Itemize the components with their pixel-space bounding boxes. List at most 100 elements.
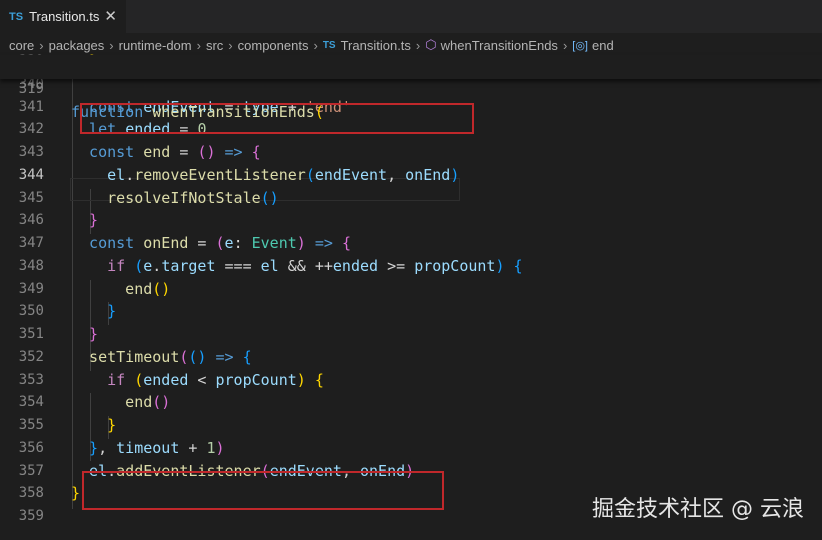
typescript-icon: TS bbox=[322, 39, 336, 51]
annotation-box bbox=[80, 103, 474, 134]
code-line: 344 el.removeEventListener(endEvent, onE… bbox=[0, 164, 822, 187]
code-token: end bbox=[71, 280, 153, 298]
code-token: onEnd bbox=[405, 166, 451, 184]
code-token: >= bbox=[378, 257, 415, 275]
code-token: el bbox=[260, 257, 279, 275]
code-token: propCount bbox=[414, 257, 496, 275]
code-text: } bbox=[71, 323, 98, 346]
code-text: } bbox=[71, 300, 116, 323]
code-token: ended bbox=[143, 371, 189, 389]
code-token: ) bbox=[296, 234, 306, 252]
code-token: . bbox=[125, 166, 135, 184]
code-token: , bbox=[98, 439, 117, 457]
line-number: 350 bbox=[18, 303, 44, 319]
code-text: setTimeout(() => { bbox=[71, 346, 252, 369]
code-line: 356 }, timeout + 1) bbox=[0, 437, 822, 460]
line-number: 345 bbox=[18, 190, 44, 206]
code-line: 343 const end = () => { bbox=[0, 141, 822, 164]
code-token: el bbox=[71, 166, 126, 184]
code-token: { bbox=[314, 371, 324, 389]
code-token: , bbox=[387, 166, 406, 184]
code-token: () bbox=[188, 348, 207, 366]
code-token: e bbox=[224, 234, 234, 252]
code-token: } bbox=[71, 439, 99, 457]
code-editor[interactable]: 319 function whenTransitionEnds( 339 }34… bbox=[0, 52, 822, 540]
watermark: 掘金技术社区 @ 云浪 bbox=[592, 497, 804, 522]
code-text: const onEnd = (e: Event) => { bbox=[71, 232, 351, 255]
code-token: ) bbox=[296, 371, 306, 389]
code-token: () bbox=[260, 189, 279, 207]
code-line: 345 resolveIfNotStale() bbox=[0, 187, 822, 210]
code-token: && ++ bbox=[278, 257, 333, 275]
code-token: target bbox=[161, 257, 216, 275]
tab-label: Transition.ts bbox=[29, 9, 100, 24]
code-text: el.removeEventListener(endEvent, onEnd) bbox=[71, 164, 459, 187]
code-token: ( bbox=[305, 166, 315, 184]
code-line: 319 function whenTransitionEnds( bbox=[0, 55, 822, 121]
sticky-scroll-header[interactable]: 319 function whenTransitionEnds( bbox=[0, 55, 822, 121]
code-line: 351 } bbox=[0, 323, 822, 346]
code-line: 347 const onEnd = (e: Event) => { bbox=[0, 232, 822, 255]
line-number: 348 bbox=[18, 258, 44, 274]
code-token: = bbox=[188, 234, 216, 252]
code-text: end() bbox=[71, 278, 170, 301]
code-token: ( bbox=[134, 371, 144, 389]
code-line: 350 } bbox=[0, 300, 822, 323]
code-token: < bbox=[188, 371, 216, 389]
code-token: Event bbox=[251, 234, 297, 252]
code-token: () bbox=[152, 393, 171, 411]
code-token: endEvent bbox=[314, 166, 388, 184]
code-token: if bbox=[71, 257, 135, 275]
code-token: timeout bbox=[116, 439, 180, 457]
code-line: 346 } bbox=[0, 209, 822, 232]
code-token: : bbox=[233, 234, 252, 252]
code-token: e bbox=[143, 257, 153, 275]
code-token: === bbox=[215, 257, 261, 275]
code-token: } bbox=[71, 211, 99, 229]
code-text: } bbox=[71, 482, 80, 505]
line-number: 355 bbox=[18, 417, 44, 433]
tab-transition-ts[interactable]: TS Transition.ts ✕ bbox=[0, 0, 126, 33]
code-text: resolveIfNotStale() bbox=[71, 187, 279, 210]
line-number: 352 bbox=[18, 349, 44, 365]
code-token: } bbox=[71, 325, 99, 343]
code-token: ( bbox=[134, 257, 144, 275]
line-number: 358 bbox=[18, 485, 44, 501]
code-token: if bbox=[71, 371, 135, 389]
code-line: 354 end() bbox=[0, 391, 822, 414]
code-line: 352 setTimeout(() => { bbox=[0, 346, 822, 369]
line-number: 344 bbox=[18, 167, 44, 183]
code-token: { bbox=[242, 348, 252, 366]
code-token: removeEventListener bbox=[134, 166, 306, 184]
code-token: end bbox=[71, 393, 153, 411]
code-token: const bbox=[71, 143, 144, 161]
code-line: 349 end() bbox=[0, 278, 822, 301]
code-line: 353 if (ended < propCount) { bbox=[0, 369, 822, 392]
line-number: 351 bbox=[18, 326, 44, 342]
code-token: resolveIfNotStale bbox=[71, 189, 261, 207]
code-token: = bbox=[170, 143, 198, 161]
code-token: ) bbox=[495, 257, 505, 275]
code-token: + bbox=[179, 439, 207, 457]
line-number: 349 bbox=[18, 281, 44, 297]
code-token: } bbox=[71, 416, 117, 434]
code-token: propCount bbox=[215, 371, 297, 389]
code-text: if (e.target === el && ++ended >= propCo… bbox=[71, 255, 522, 278]
close-icon[interactable]: ✕ bbox=[104, 7, 117, 25]
code-line: 348 if (e.target === el && ++ended >= pr… bbox=[0, 255, 822, 278]
code-token: ( bbox=[215, 234, 225, 252]
code-token: } bbox=[71, 484, 81, 502]
code-text: } bbox=[71, 414, 116, 437]
code-token: { bbox=[251, 143, 261, 161]
code-token: ) bbox=[450, 166, 460, 184]
line-number: 347 bbox=[18, 235, 44, 251]
typescript-icon: TS bbox=[9, 10, 24, 23]
code-token: end bbox=[143, 143, 171, 161]
code-text: if (ended < propCount) { bbox=[71, 369, 324, 392]
code-token: () bbox=[197, 143, 216, 161]
code-token: ) bbox=[215, 439, 225, 457]
